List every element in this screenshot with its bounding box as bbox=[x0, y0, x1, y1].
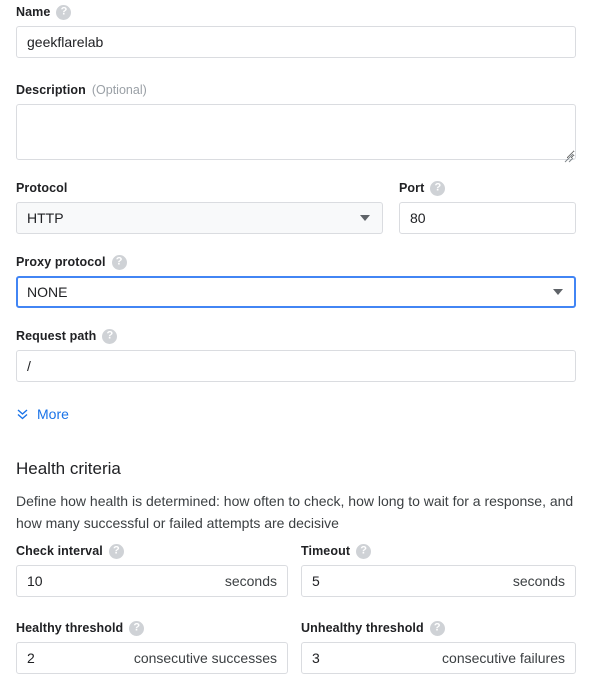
port-input[interactable] bbox=[399, 202, 576, 234]
port-field-block: Port ? bbox=[399, 180, 576, 234]
help-circle-icon[interactable]: ? bbox=[56, 4, 72, 20]
description-textarea[interactable] bbox=[16, 104, 576, 160]
chevron-down-icon bbox=[553, 289, 563, 295]
description-label-row: Description (Optional) bbox=[16, 82, 576, 98]
health-criteria-title: Health criteria bbox=[16, 459, 121, 478]
check-interval-label-row: Check interval ? bbox=[16, 543, 288, 559]
help-circle-icon[interactable]: ? bbox=[356, 543, 372, 559]
timeout-input-wrap: seconds bbox=[301, 565, 576, 597]
help-circle-icon[interactable]: ? bbox=[429, 620, 445, 636]
more-toggle[interactable]: More bbox=[16, 406, 69, 422]
name-field-block: Name ? bbox=[16, 4, 576, 58]
health-criteria-section: Health criteria Define how health is det… bbox=[16, 458, 584, 534]
description-field-block: Description (Optional) bbox=[16, 82, 576, 165]
help-glyph: ? bbox=[133, 621, 141, 633]
unhealthy-threshold-suffix: consecutive failures bbox=[442, 650, 565, 666]
unhealthy-threshold-label: Unhealthy threshold bbox=[301, 621, 424, 635]
help-glyph: ? bbox=[60, 5, 68, 17]
help-glyph: ? bbox=[106, 329, 114, 341]
name-label: Name bbox=[16, 5, 51, 19]
help-circle-icon[interactable]: ? bbox=[108, 543, 124, 559]
unhealthy-threshold-input[interactable] bbox=[312, 650, 435, 666]
unhealthy-threshold-label-row: Unhealthy threshold ? bbox=[301, 620, 576, 636]
request-path-field-block: Request path ? bbox=[16, 328, 576, 382]
help-circle-icon[interactable]: ? bbox=[102, 328, 118, 344]
check-interval-field-block: Check interval ? seconds bbox=[16, 543, 288, 597]
healthy-threshold-suffix: consecutive successes bbox=[133, 650, 277, 666]
proxy-protocol-field-block: Proxy protocol ? NONE bbox=[16, 254, 576, 308]
port-label: Port bbox=[399, 181, 425, 195]
more-link-block: More bbox=[16, 406, 69, 426]
help-circle-icon[interactable]: ? bbox=[129, 620, 145, 636]
request-path-label: Request path bbox=[16, 329, 97, 343]
protocol-label: Protocol bbox=[16, 181, 68, 195]
health-check-form: Name ? Description (Optional) Protocol H… bbox=[0, 0, 600, 683]
unhealthy-threshold-input-wrap: consecutive failures bbox=[301, 642, 576, 674]
protocol-select[interactable]: HTTP bbox=[16, 202, 383, 234]
proxy-protocol-label: Proxy protocol bbox=[16, 255, 106, 269]
help-circle-icon[interactable]: ? bbox=[111, 254, 127, 270]
help-circle-icon[interactable]: ? bbox=[430, 180, 446, 196]
proxy-protocol-selected-value: NONE bbox=[27, 284, 68, 300]
timeout-label-row: Timeout ? bbox=[301, 543, 576, 559]
unhealthy-threshold-field-block: Unhealthy threshold ? consecutive failur… bbox=[301, 620, 576, 674]
healthy-threshold-label-row: Healthy threshold ? bbox=[16, 620, 288, 636]
help-glyph: ? bbox=[360, 544, 367, 556]
more-label: More bbox=[37, 406, 69, 422]
help-glyph: ? bbox=[434, 181, 442, 193]
description-textarea-wrap bbox=[16, 104, 576, 165]
timeout-field-block: Timeout ? seconds bbox=[301, 543, 576, 597]
request-path-input[interactable] bbox=[16, 350, 576, 382]
protocol-label-row: Protocol bbox=[16, 180, 383, 196]
protocol-selected-value: HTTP bbox=[27, 210, 64, 226]
healthy-threshold-input-wrap: consecutive successes bbox=[16, 642, 288, 674]
description-label: Description bbox=[16, 83, 86, 97]
check-interval-label: Check interval bbox=[16, 544, 103, 558]
healthy-threshold-field-block: Healthy threshold ? consecutive successe… bbox=[16, 620, 288, 674]
chevron-down-icon bbox=[360, 215, 370, 221]
name-label-row: Name ? bbox=[16, 4, 576, 20]
name-input[interactable] bbox=[16, 26, 576, 58]
proxy-protocol-select[interactable]: NONE bbox=[16, 276, 576, 308]
protocol-field-block: Protocol HTTP bbox=[16, 180, 383, 234]
request-path-label-row: Request path ? bbox=[16, 328, 576, 344]
protocol-select-wrap: HTTP bbox=[16, 202, 383, 234]
health-criteria-description: Define how health is determined: how oft… bbox=[16, 493, 574, 531]
timeout-label: Timeout bbox=[301, 544, 351, 558]
check-interval-suffix: seconds bbox=[224, 573, 277, 589]
help-glyph: ? bbox=[433, 621, 441, 633]
double-chevron-down-icon bbox=[17, 409, 28, 420]
proxy-protocol-label-row: Proxy protocol ? bbox=[16, 254, 576, 270]
help-glyph: ? bbox=[112, 544, 120, 556]
healthy-threshold-label: Healthy threshold bbox=[16, 621, 124, 635]
proxy-protocol-select-wrap: NONE bbox=[16, 276, 576, 308]
check-interval-input-wrap: seconds bbox=[16, 565, 288, 597]
timeout-input[interactable] bbox=[312, 573, 505, 589]
healthy-threshold-input[interactable] bbox=[27, 650, 126, 666]
description-optional-tag: (Optional) bbox=[91, 83, 147, 97]
timeout-suffix: seconds bbox=[512, 573, 565, 589]
help-glyph: ? bbox=[115, 255, 123, 267]
check-interval-input[interactable] bbox=[27, 573, 217, 589]
port-label-row: Port ? bbox=[399, 180, 576, 196]
